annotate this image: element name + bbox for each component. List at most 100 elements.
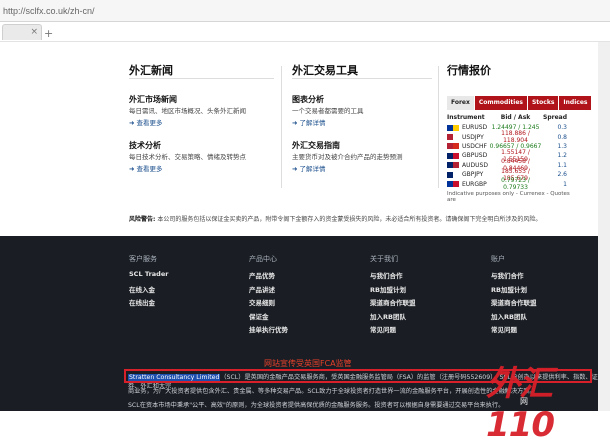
risk-label: 风险警告: (129, 216, 156, 223)
tools-item-desc: 主要货币对及被介合约产品的走势预测 (292, 153, 403, 161)
tools-item-chart: 图表分析 一个交易者都需要的工具 ➜ 了解详情 (292, 94, 432, 127)
watermark-logo: 外汇110 (486, 364, 555, 445)
quote-spread: 1 (563, 180, 567, 188)
quotes-title: 行情报价 (447, 64, 491, 77)
news-item-market: 外汇市场新闻 每日需讯、地区市场概况、头条外汇新闻 ➜ 查看更多 (129, 94, 269, 127)
main-content: 外汇新闻 外汇市场新闻 每日需讯、地区市场概况、头条外汇新闻 ➜ 查看更多 技术分… (0, 42, 610, 236)
watermark-subtext: 网 (520, 397, 528, 406)
footer-link[interactable]: 在线入金 (129, 284, 229, 298)
quote-bidask: 0.79723 / 0.79733 (501, 177, 530, 192)
quotes-widget: Forex Commodities Stocks Indices Instrum… (447, 96, 593, 203)
quote-spread: 1.3 (557, 142, 567, 150)
arrow-right-icon: ➜ (129, 165, 135, 173)
tab-stocks[interactable]: Stocks (527, 96, 560, 110)
view-more-link[interactable]: ➜ 查看更多 (129, 163, 269, 173)
news-column: 外汇新闻 (129, 62, 279, 78)
flag-icon (447, 171, 459, 178)
flag-icon (447, 162, 459, 169)
quote-row[interactable]: EURGBP 0.79723 / 0.79733 1 (447, 177, 578, 192)
news-item-title[interactable]: 技术分析 (129, 140, 269, 151)
risk-warning: 风险警告: 本公司的服务包括以保证金买卖的产品，附带令阁下金额存入的资金蒙受损失… (129, 214, 589, 223)
address-bar-url[interactable]: http://sclfx.co.uk/zh-cn/ (3, 6, 95, 16)
quote-spread: 1.1 (557, 161, 567, 169)
footer-column-account: 账户 与我们合作 RB加盟计划 渠道商合作联盟 加入RB团队 常见问题 (491, 254, 591, 338)
quote-symbol: EURUSD (462, 124, 488, 132)
quote-row[interactable]: USDJPY 118.886 / 118.904 0.8 (447, 130, 578, 144)
close-tab-icon[interactable]: × (30, 27, 38, 37)
tools-item-guide: 外汇交易指南 主要货币对及被介合约产品的走势预测 ➜ 了解详情 (292, 140, 432, 173)
quote-symbol: USDCHF (462, 142, 487, 150)
risk-text: 本公司的服务包括以保证金买卖的产品，附带令阁下金额存入的资金蒙受损失的风险，未必… (155, 216, 542, 223)
footer-link[interactable]: 挂单执行优势 (249, 324, 349, 338)
quotes-column: 行情报价 (447, 62, 587, 78)
tools-item-title[interactable]: 外汇交易指南 (292, 140, 432, 151)
learn-more-link[interactable]: ➜ 了解详情 (292, 117, 432, 127)
footer-link[interactable]: 加入RB团队 (370, 311, 470, 325)
footer-heading: 客户服务 (129, 255, 157, 263)
footer-link[interactable]: 与我们合作 (491, 270, 591, 284)
footer-link[interactable]: SCL Trader (129, 270, 229, 284)
browser-tab[interactable]: × (2, 24, 42, 40)
arrow-right-icon: ➜ (129, 119, 135, 127)
quotes-footnote: Indicative purposes only - Currenex - Qu… (447, 190, 570, 203)
flag-icon (447, 134, 459, 141)
footer-link[interactable]: 渠道商合作联盟 (370, 297, 470, 311)
quote-spread: 0.3 (557, 124, 567, 132)
quotes-rows: EURUSD 1.24497 / 1.245 0.3 USDJPY 118.886 / … (447, 123, 578, 192)
footer-link[interactable]: 加入RB团队 (491, 311, 591, 325)
quote-symbol: USDJPY (462, 133, 484, 141)
footer-column-about: 关于我们 与我们合作 RB加盟计划 渠道商合作联盟 加入RB团队 常见问题 (370, 254, 470, 338)
fca-notice[interactable]: 网站宣传受英国FCA监管 (264, 358, 352, 369)
column-divider (281, 66, 282, 188)
quote-spread: 2.6 (557, 171, 567, 179)
news-item-desc: 每日需讯、地区市场概况、头条外汇新闻 (129, 107, 246, 115)
quote-symbol: GBPJPY (462, 171, 484, 179)
footer-link[interactable]: 常见问题 (491, 324, 591, 338)
flag-icon (447, 124, 459, 131)
tab-indices[interactable]: Indices (559, 96, 593, 110)
news-item-desc: 每日技术分析、交易策略、情绪及转势点 (129, 153, 246, 161)
divider (292, 78, 432, 79)
quote-symbol: EURGBP (462, 180, 487, 188)
scrollbar[interactable] (598, 42, 610, 411)
footer-link[interactable]: 交易细则 (249, 297, 349, 311)
arrow-right-icon: ➜ (292, 119, 298, 127)
spread-header: Spread (543, 114, 567, 121)
footer-column-service: 客户服务 SCL Trader 在线入金 在线出金 (129, 254, 229, 311)
tools-item-title[interactable]: 图表分析 (292, 94, 432, 105)
address-bar[interactable]: http://sclfx.co.uk/zh-cn/ (0, 0, 610, 22)
flag-icon (447, 152, 459, 159)
news-item-title[interactable]: 外汇市场新闻 (129, 94, 269, 105)
news-title: 外汇新闻 (129, 64, 173, 77)
instrument-header: Instrument (447, 114, 485, 121)
quote-spread: 1.2 (557, 152, 567, 160)
footer-heading: 账户 (491, 255, 505, 263)
new-tab-icon[interactable]: + (44, 27, 53, 40)
news-item-technical: 技术分析 每日技术分析、交易策略、情绪及转势点 ➜ 查看更多 (129, 140, 269, 173)
flag-icon (447, 143, 459, 150)
footer-link[interactable]: 产品讲述 (249, 284, 349, 298)
footer-link[interactable]: RB加盟计划 (491, 284, 591, 298)
footer-heading: 关于我们 (370, 255, 398, 263)
footer-link[interactable]: 与我们合作 (370, 270, 470, 284)
bidask-header: Bid / Ask (500, 114, 531, 121)
quote-symbol: AUDUSD (462, 161, 488, 169)
footer-link[interactable]: RB加盟计划 (370, 284, 470, 298)
footer-link[interactable]: 渠道商合作联盟 (491, 297, 591, 311)
column-divider (438, 66, 439, 188)
tab-forex[interactable]: Forex (447, 96, 475, 110)
flag-icon (447, 181, 459, 188)
footer-link[interactable]: 在线出金 (129, 297, 229, 311)
footer-link[interactable]: 常见问题 (370, 324, 470, 338)
view-more-link[interactable]: ➜ 查看更多 (129, 117, 269, 127)
tools-item-desc: 一个交易者都需要的工具 (292, 107, 364, 115)
divider (129, 78, 274, 79)
site-footer: 客户服务 SCL Trader 在线入金 在线出金 产品中心 产品优势 产品讲述… (0, 236, 610, 445)
quotes-header: Instrument Bid / Ask Spread (447, 114, 578, 123)
tab-commodities[interactable]: Commodities (474, 96, 528, 110)
footer-link[interactable]: 保证金 (249, 311, 349, 325)
footer-link[interactable]: 产品优势 (249, 270, 349, 284)
quote-symbol: GBPUSD (462, 152, 488, 160)
learn-more-link[interactable]: ➜ 了解详情 (292, 163, 432, 173)
tab-strip: × + (0, 22, 610, 42)
